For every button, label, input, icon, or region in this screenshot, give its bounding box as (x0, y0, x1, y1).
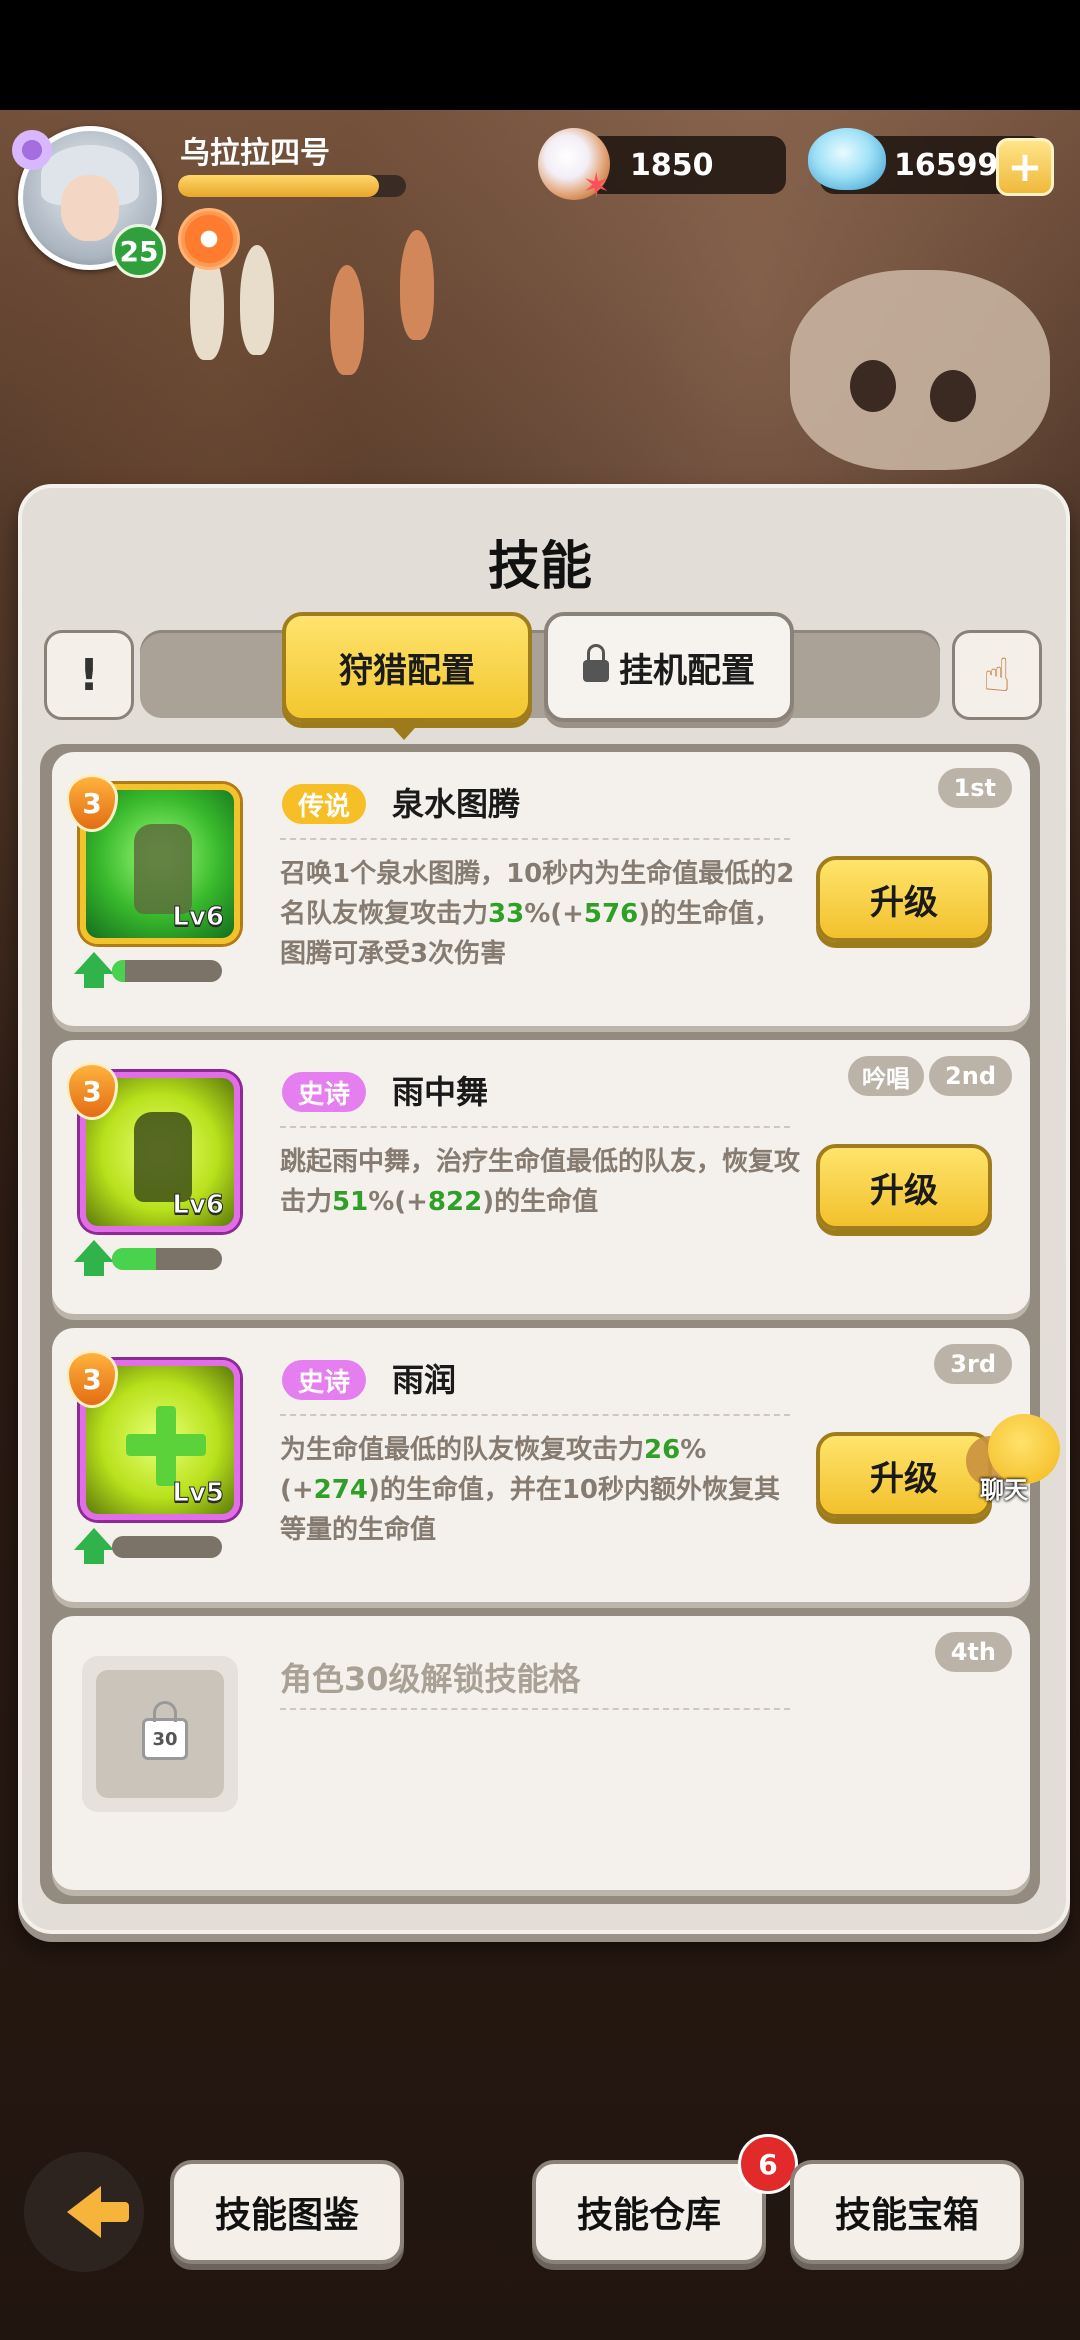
chat-button[interactable]: 聊天 (966, 1414, 1070, 1504)
skill-chest-button[interactable]: 技能宝箱 (790, 2160, 1024, 2264)
rarity-badge: 史诗 (282, 1360, 367, 1400)
buff-icon[interactable] (178, 208, 240, 270)
rank-label: 2nd (929, 1056, 1012, 1096)
player-name: 乌拉拉四号 (180, 136, 330, 171)
skill-description: 跳起雨中舞，治疗生命值最低的队友，恢复攻击力51%(+822)的生命值 (280, 1147, 801, 1217)
skill-card-1: 1st Lv6 3 传说 泉水图腾 召唤1个泉水图腾，10秒内为生命值最低的2名… (52, 752, 1030, 1026)
pearl-amount: 1850 (630, 147, 714, 183)
skill-name: 泉水图腾 (392, 785, 521, 823)
skill-codex-button[interactable]: 技能图鉴 (170, 2160, 404, 2264)
skill-progress-bar (112, 1536, 222, 1558)
tooth-decoration (240, 245, 274, 355)
info-button[interactable]: ! (44, 630, 134, 720)
skill-name: 雨中舞 (392, 1073, 489, 1111)
tap-hand-button[interactable]: ☝ (952, 630, 1042, 720)
upgrade-arrow-icon (74, 952, 114, 974)
notification-badge: 6 (738, 2134, 798, 2194)
divider (280, 1126, 790, 1128)
hand-icon: ☝ (982, 648, 1011, 702)
charm-decoration (400, 230, 434, 340)
heal-cross-icon (126, 1406, 206, 1486)
chat-label: 聊天 (980, 1476, 1028, 1504)
gem-icon (808, 128, 886, 190)
status-bar (0, 0, 1080, 110)
rank-label: 4th (934, 1632, 1012, 1672)
charm-decoration (330, 265, 364, 375)
avatar-face (61, 175, 119, 241)
skill-progress-fill (112, 1248, 156, 1270)
rarity-badge: 传说 (282, 784, 367, 824)
skill-progress-fill (112, 960, 126, 982)
tab-label: 挂机配置 (619, 650, 755, 691)
tab-label: 狩猎配置 (339, 650, 475, 691)
skull-eye-decoration (850, 360, 896, 412)
panel-title: 技能 (487, 537, 592, 597)
skill-warehouse-button[interactable]: 技能仓库 (532, 2160, 766, 2264)
skull-decoration (790, 270, 1050, 470)
totem-figure (134, 824, 192, 914)
dancer-figure (134, 1112, 192, 1202)
tab-idle-config[interactable]: 挂机配置 (544, 612, 794, 722)
unlock-hint: 角色30级解锁技能格 (280, 1660, 581, 1698)
skill-card-3: 3rd Lv5 3 史诗 雨润 为生命值最低的队友恢复攻击力26%(+274)的… (52, 1328, 1030, 1602)
skill-description: 为生命值最低的队友恢复攻击力26%(+274)的生命值，并在10秒内额外恢复其等… (280, 1435, 781, 1545)
upgrade-arrow-icon (74, 1240, 114, 1262)
skill-progress-bar (112, 1248, 222, 1270)
lock-icon (583, 644, 609, 682)
skill-description: 召唤1个泉水图腾，10秒内为生命值最低的2名队友恢复攻击力33%(+576)的生… (280, 859, 795, 969)
pearl-counter: 1850 (586, 136, 786, 194)
tab-track (140, 630, 940, 718)
back-button[interactable] (24, 2152, 144, 2272)
back-arrow-icon (67, 2186, 129, 2238)
rank-label: 3rd (934, 1344, 1012, 1384)
upgrade-arrow-stem (84, 972, 104, 988)
player-level-badge: 25 (112, 224, 166, 278)
skill-name: 雨润 (392, 1361, 457, 1399)
rarity-badge: 史诗 (282, 1072, 367, 1112)
xp-bar (178, 175, 406, 197)
skill-level: Lv6 (172, 1190, 225, 1221)
locked-slot-inner: 30 (96, 1670, 224, 1798)
locked-skill-slot[interactable]: 30 (82, 1656, 238, 1812)
starfish-icon: ✶ (582, 166, 611, 206)
add-gems-button[interactable]: + (996, 138, 1054, 196)
upgrade-button[interactable]: 升级 (816, 1144, 992, 1230)
skill-level: Lv5 (172, 1478, 225, 1509)
flower-icon (12, 130, 52, 170)
skull-eye-decoration (930, 370, 976, 422)
active-tab-pointer (384, 718, 424, 740)
xp-bar-fill (178, 175, 379, 197)
upgrade-arrow-icon (74, 1528, 114, 1550)
upgrade-button[interactable]: 升级 (816, 856, 992, 942)
divider (280, 1708, 790, 1710)
tab-hunt-config[interactable]: 狩猎配置 (282, 612, 532, 722)
skill-progress-bar (112, 960, 222, 982)
divider (280, 838, 790, 840)
skill-level: Lv6 (172, 902, 225, 933)
rank-label: 1st (937, 768, 1012, 808)
gem-amount: 16599 (894, 147, 999, 183)
upgrade-arrow-stem (84, 1548, 104, 1564)
chant-tag: 吟唱 (848, 1056, 924, 1096)
skill-card-4-locked: 4th 30 角色30级解锁技能格 (52, 1616, 1030, 1890)
divider (280, 1414, 790, 1416)
upgrade-arrow-stem (84, 1260, 104, 1276)
lock-icon: 30 (142, 1701, 188, 1760)
skill-card-2: 吟唱 2nd Lv6 3 史诗 雨中舞 跳起雨中舞，治疗生命值最低的队友，恢复攻… (52, 1040, 1030, 1314)
